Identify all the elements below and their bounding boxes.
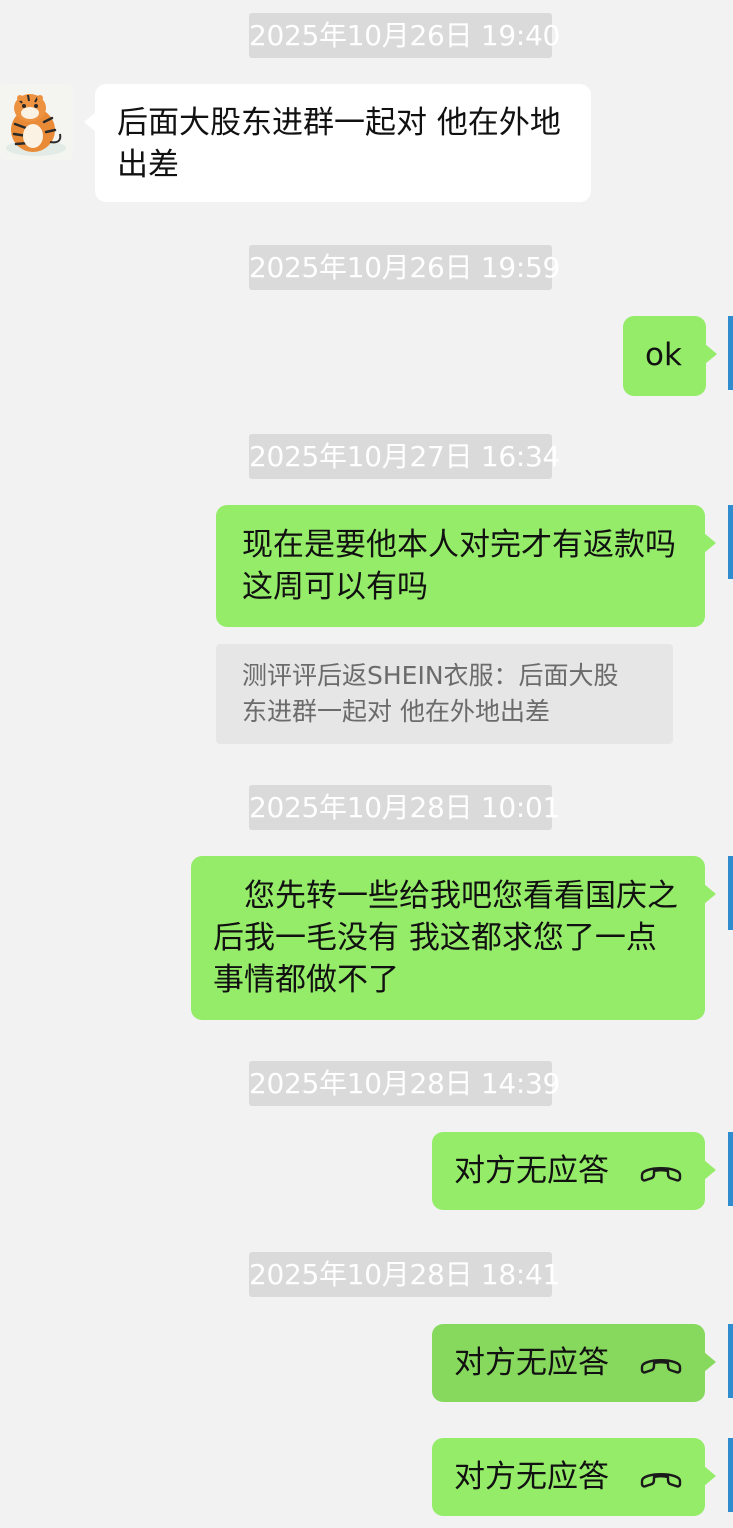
call-record[interactable]: 对方无应答 xyxy=(432,1132,716,1210)
timestamp: 2025年10月26日 19:59 xyxy=(249,245,560,290)
tiger-avatar-icon xyxy=(0,84,73,160)
phone-hangup-icon xyxy=(640,1359,682,1374)
message-outgoing[interactable]: 您先转一些给我吧您看看国庆之 后我一毛没有 我这都求您了一点 事情都做不了 xyxy=(191,856,716,1020)
call-status-text: 对方无应答 xyxy=(454,1459,609,1495)
phone-hangup-icon xyxy=(640,1473,682,1488)
message-text: 现在是要他本人对完才有返款吗 这周可以有吗 xyxy=(242,527,676,605)
message-incoming[interactable]: 后面大股东进群一起对 他在外地 出差 xyxy=(84,84,591,202)
contact-avatar[interactable] xyxy=(0,84,73,160)
phone-hangup-icon xyxy=(640,1167,682,1182)
timestamp: 2025年10月27日 16:34 xyxy=(249,434,560,479)
chat-view[interactable]: 2025年10月26日 19:40 后面大股东进群一起对 他在外地 出差 202… xyxy=(0,0,733,1528)
scroll-edge-marker xyxy=(728,316,733,390)
call-status-text: 对方无应答 xyxy=(454,1345,609,1381)
call-record[interactable]: 对方无应答 xyxy=(432,1438,716,1516)
message-text: ok xyxy=(645,337,682,373)
scroll-edge-marker xyxy=(728,856,733,930)
scroll-edge-marker xyxy=(728,1438,733,1512)
message-outgoing[interactable]: 现在是要他本人对完才有返款吗 这周可以有吗 xyxy=(216,505,716,627)
quoted-message[interactable]: 测评评后返SHEIN衣服：后面大股 东进群一起对 他在外地出差 xyxy=(216,644,673,744)
timestamp: 2025年10月26日 19:40 xyxy=(249,13,560,58)
scroll-edge-marker xyxy=(728,1324,733,1398)
call-status-text: 对方无应答 xyxy=(454,1153,609,1189)
scroll-edge-marker xyxy=(728,505,733,579)
message-text: 后面大股东进群一起对 他在外地 出差 xyxy=(117,105,561,183)
timestamp: 2025年10月28日 18:41 xyxy=(249,1252,560,1297)
quoted-text: 测评评后返SHEIN衣服：后面大股 东进群一起对 他在外地出差 xyxy=(242,661,619,726)
message-text: 您先转一些给我吧您看看国庆之 后我一毛没有 我这都求您了一点 事情都做不了 xyxy=(213,878,678,998)
message-outgoing[interactable]: ok xyxy=(623,316,717,396)
call-record[interactable]: 对方无应答 xyxy=(432,1324,716,1402)
timestamp: 2025年10月28日 10:01 xyxy=(249,785,560,830)
scroll-edge-marker xyxy=(728,1132,733,1206)
timestamp: 2025年10月28日 14:39 xyxy=(249,1061,560,1106)
